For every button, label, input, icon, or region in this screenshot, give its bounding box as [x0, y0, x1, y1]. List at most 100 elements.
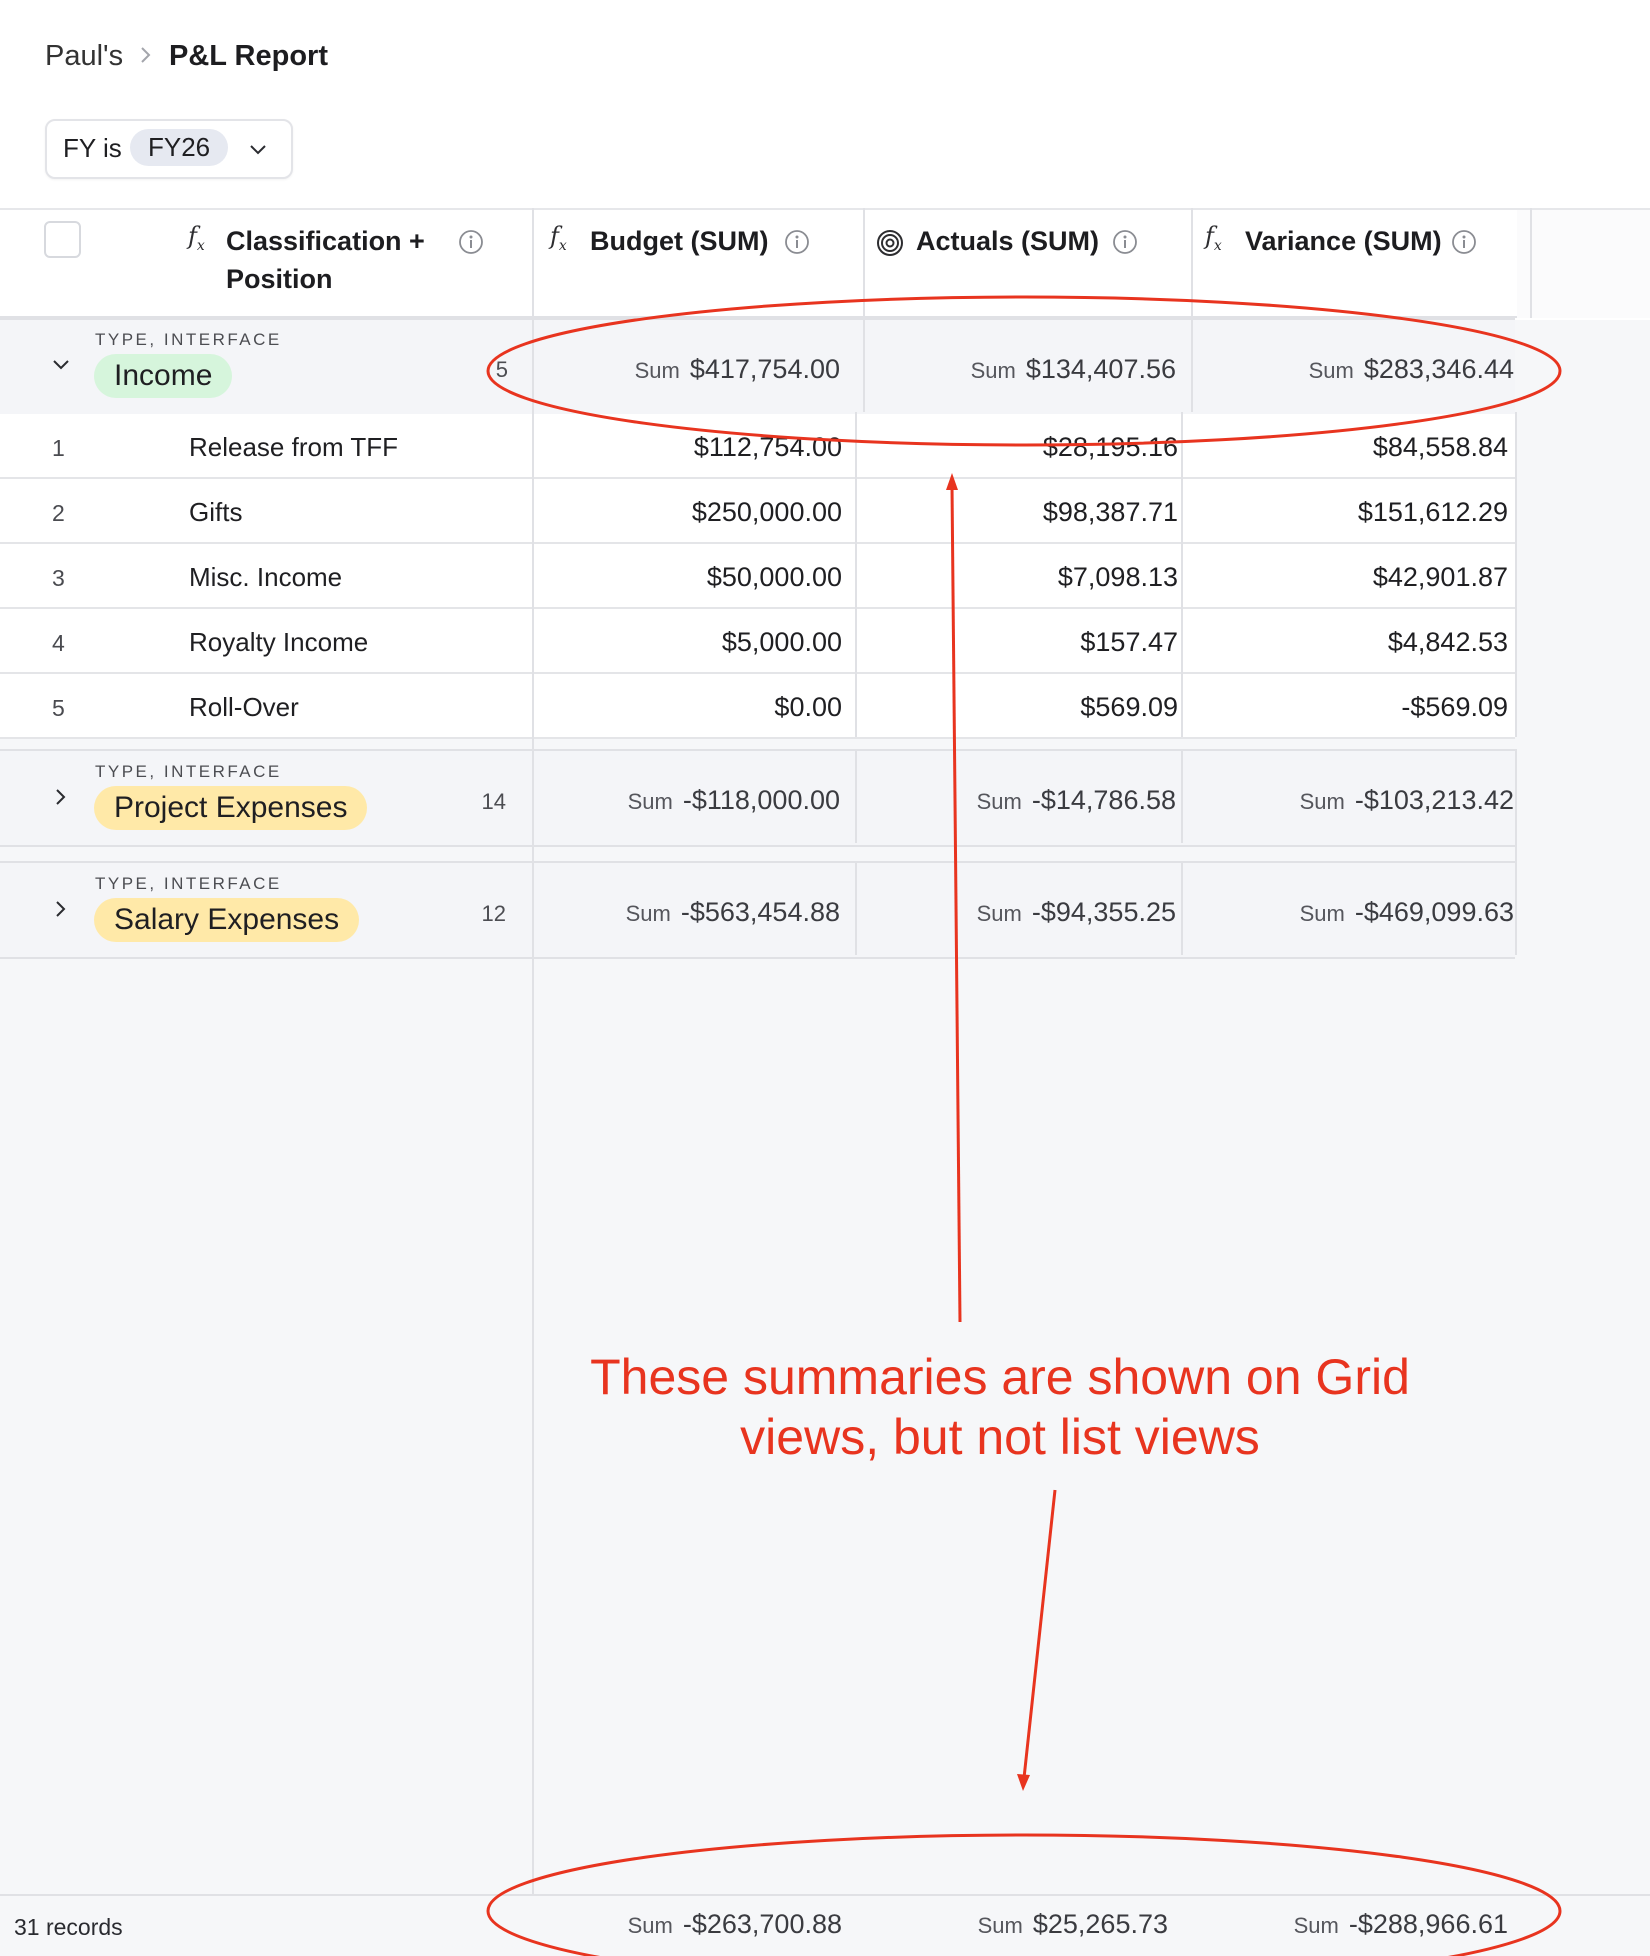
sum-value: -$263,700.88: [682, 1909, 842, 1939]
cell-variance[interactable]: $42,901.87: [1200, 562, 1508, 593]
column-header-label: Budget (SUM): [590, 226, 769, 256]
column-header-label: Position: [226, 264, 333, 294]
info-icon[interactable]: [1451, 229, 1477, 255]
group-count: 14: [481, 789, 506, 814]
row-number: 3: [52, 565, 65, 591]
group-type-label: TYPE, INTERFACE: [95, 330, 282, 349]
sum-label: Sum: [970, 358, 1016, 383]
select-all-checkbox[interactable]: [44, 221, 81, 258]
column-divider: [1181, 861, 1183, 955]
grid-header-filler: [1517, 208, 1650, 318]
cell-budget[interactable]: $5,000.00: [540, 627, 842, 658]
column-divider: [855, 861, 857, 955]
row-number: 1: [52, 435, 65, 461]
breadcrumb-root[interactable]: Paul's: [45, 40, 123, 73]
group-sum-budget: Sum $417,754.00: [540, 354, 840, 385]
divider: [0, 208, 1650, 210]
formula-icon: fx: [1205, 222, 1222, 254]
sum-value: $134,407.56: [1025, 354, 1176, 384]
sum-value: -$118,000.00: [682, 785, 840, 815]
group-sum-actuals: Sum -$14,786.58: [870, 785, 1176, 816]
group-type-label: TYPE, INTERFACE: [95, 874, 282, 893]
column-divider: [1515, 749, 1517, 955]
row-number: 5: [52, 695, 65, 721]
formula-icon: fx: [550, 222, 567, 254]
column-header-label: Actuals (SUM): [916, 226, 1100, 256]
cell-variance[interactable]: -$569.09: [1200, 692, 1508, 723]
column-header-label: Variance (SUM): [1245, 226, 1442, 256]
sum-value: -$94,355.25: [1031, 897, 1176, 927]
group-sum-actuals: Sum $134,407.56: [870, 354, 1176, 385]
cell-actuals[interactable]: $7,098.13: [870, 562, 1178, 593]
column-divider: [1530, 208, 1532, 318]
cell-actuals[interactable]: $157.47: [870, 627, 1178, 658]
chevron-down-icon[interactable]: [50, 354, 72, 376]
annotation-line: These summaries are shown on Grid: [590, 1349, 1410, 1405]
chevron-down-icon: [250, 145, 266, 155]
cell-budget[interactable]: $50,000.00: [540, 562, 842, 593]
column-header-label: Classification +: [226, 226, 425, 256]
column-divider: [1191, 318, 1193, 412]
footer-sum-actuals[interactable]: Sum $25,265.73: [870, 1909, 1168, 1940]
sum-value: $25,265.73: [1032, 1909, 1168, 1939]
sum-value: -$469,099.63: [1354, 897, 1514, 927]
group-count: 5: [495, 357, 508, 382]
row-name: Release from TFF: [189, 432, 399, 462]
chevron-right-icon[interactable]: [50, 898, 72, 920]
row-name: Gifts: [189, 497, 243, 527]
cell-actuals[interactable]: $28,195.16: [870, 432, 1178, 463]
sum-label: Sum: [627, 789, 673, 814]
group-sum-variance: Sum -$103,213.42: [1200, 785, 1514, 816]
column-divider: [855, 749, 857, 843]
filter-value: FY26: [130, 129, 229, 166]
filter-button[interactable]: FY is FY26: [45, 119, 293, 179]
sum-label: Sum: [1293, 1913, 1339, 1938]
cell-budget[interactable]: $112,754.00: [540, 432, 842, 463]
column-divider: [1181, 412, 1183, 737]
sum-label: Sum: [1299, 789, 1345, 814]
sum-label: Sum: [977, 1913, 1023, 1938]
row-name: Roll-Over: [189, 692, 299, 722]
filter-label: FY is: [63, 133, 122, 163]
info-icon[interactable]: [458, 229, 484, 255]
column-divider: [855, 412, 857, 737]
cell-actuals[interactable]: $569.09: [870, 692, 1178, 723]
footer-sum-variance[interactable]: Sum -$288,966.61: [1200, 1909, 1508, 1940]
group-type-label: TYPE, INTERFACE: [95, 762, 282, 781]
column-divider: [1191, 208, 1193, 318]
row-number: 4: [52, 630, 65, 656]
cell-budget[interactable]: $0.00: [540, 692, 842, 723]
sum-value: -$103,213.42: [1354, 785, 1514, 815]
page-title: P&L Report: [169, 40, 328, 72]
cell-variance[interactable]: $84,558.84: [1200, 432, 1508, 463]
sum-label: Sum: [976, 789, 1022, 814]
breadcrumb-chevron-icon: [141, 47, 151, 63]
cell-variance[interactable]: $151,612.29: [1200, 497, 1508, 528]
cell-actuals[interactable]: $98,387.71: [870, 497, 1178, 528]
cell-variance[interactable]: $4,842.53: [1200, 627, 1508, 658]
sum-label: Sum: [1308, 358, 1354, 383]
info-icon[interactable]: [784, 229, 810, 255]
annotation-line: views, but not list views: [740, 1409, 1260, 1465]
group-sum-budget: Sum -$118,000.00: [540, 785, 840, 816]
info-icon[interactable]: [1112, 229, 1138, 255]
sum-label: Sum: [625, 901, 671, 926]
column-divider: [863, 318, 865, 412]
group-pill: Salary Expenses: [94, 898, 360, 942]
row-name: Misc. Income: [189, 562, 343, 592]
pane-divider: [532, 208, 534, 1956]
column-divider: [863, 208, 865, 318]
group-count: 12: [481, 901, 506, 926]
group-pill: Project Expenses: [94, 786, 368, 830]
chevron-right-icon[interactable]: [50, 786, 72, 808]
group-pill: Income: [94, 354, 233, 398]
cell-budget[interactable]: $250,000.00: [540, 497, 842, 528]
group-sum-actuals: Sum -$94,355.25: [870, 897, 1176, 928]
record-count: 31 records: [14, 1914, 123, 1940]
sum-value: -$288,966.61: [1348, 1909, 1508, 1939]
footer-sum-budget[interactable]: Sum -$263,700.88: [540, 1909, 842, 1940]
rollup-icon: [877, 230, 903, 256]
sum-value: -$14,786.58: [1031, 785, 1176, 815]
group-sum-variance: Sum $283,346.44: [1200, 354, 1514, 385]
sum-value: -$563,454.88: [680, 897, 840, 927]
